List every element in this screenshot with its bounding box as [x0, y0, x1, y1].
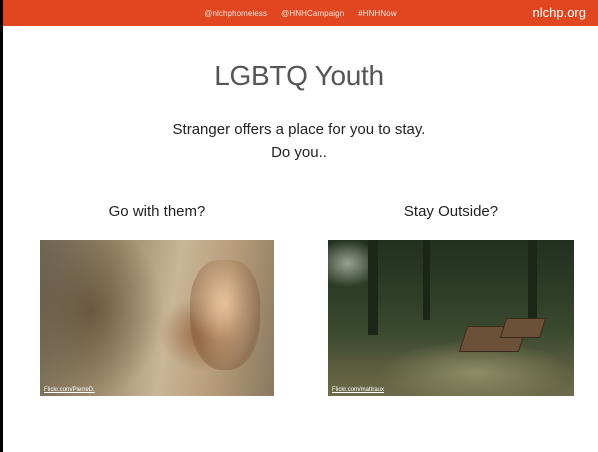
prompt-line-1: Stranger offers a place for you to stay.	[172, 121, 426, 138]
scenario-prompt: Stranger offers a place for you to stay.…	[0, 118, 598, 164]
photo-credit-link[interactable]: Flickr.com/mattraux	[332, 387, 384, 393]
bench	[499, 318, 547, 338]
hashtag: #HNHNow	[358, 8, 397, 18]
hand-shape	[190, 260, 260, 370]
header-bar: @nlchphomeless @HNHCampaign #HNHNow nlch…	[3, 0, 598, 26]
photo-credit-link[interactable]: Flickr.com/PierreD.	[44, 387, 95, 393]
right-choice-label: Stay Outside?	[403, 203, 499, 220]
tree-trunk	[368, 240, 378, 335]
prompt-line-2: Do you..	[271, 144, 327, 161]
outstretched-hand-photo: Flickr.com/PierreD.	[40, 240, 274, 396]
twitter-handle: @nlchphomeless	[204, 8, 268, 18]
park-bench-photo: Flickr.com/mattraux	[328, 240, 574, 396]
site-url[interactable]: nlchp.org	[533, 0, 586, 26]
tree-trunk	[528, 240, 537, 330]
social-handles: @nlchphomeless @HNHCampaign #HNHNow	[3, 0, 598, 26]
tree-trunk	[423, 240, 430, 320]
left-choice-label: Go with them?	[108, 203, 206, 220]
slide-title: LGBTQ Youth	[214, 60, 384, 91]
campaign-handle: @HNHCampaign	[281, 8, 345, 18]
